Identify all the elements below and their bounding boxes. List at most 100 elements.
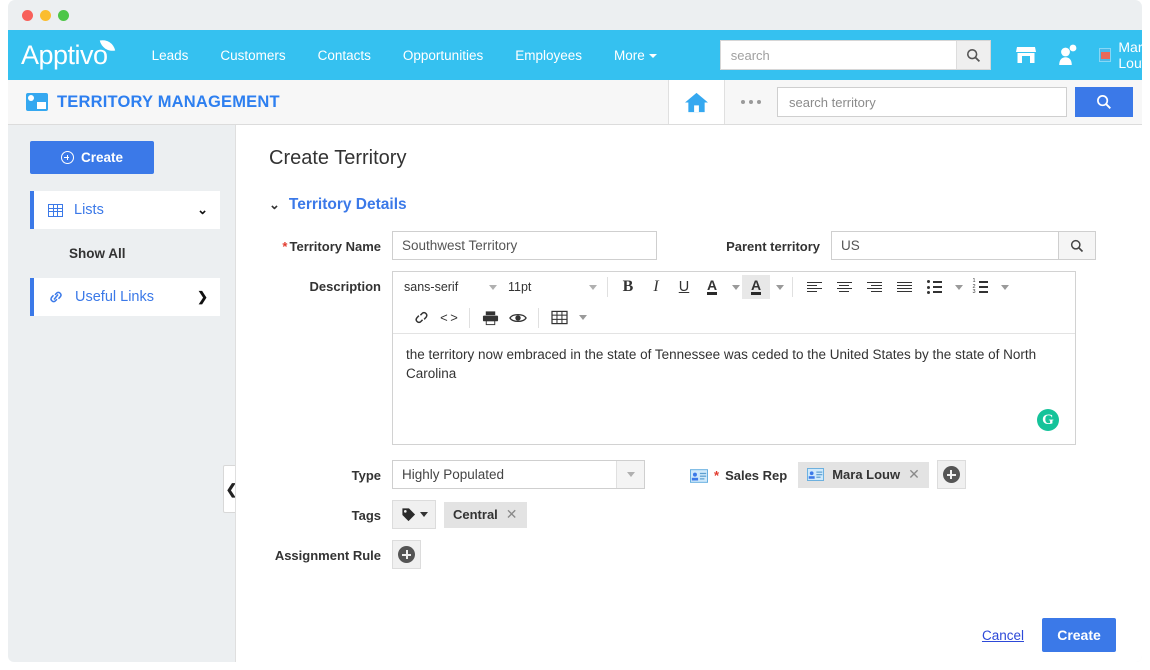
tags-control: Central ✕ [392, 500, 527, 529]
window-titlebar [8, 0, 1142, 30]
remove-tag-icon[interactable]: ✕ [506, 506, 518, 523]
print-button[interactable] [476, 306, 504, 330]
text-color-dropdown[interactable] [726, 275, 742, 299]
sidebar-item-label: Lists [74, 202, 104, 218]
toolbar-divider [538, 308, 539, 328]
bold-icon: B [623, 278, 634, 296]
sales-rep-label-text: Sales Rep [725, 468, 787, 483]
bold-button[interactable]: B [614, 275, 642, 299]
highlight-color-button[interactable]: A [742, 275, 770, 299]
bulleted-list-button[interactable] [919, 275, 949, 299]
font-size-select[interactable]: 11pt [501, 275, 601, 299]
nav-label: Employees [515, 48, 582, 63]
form-row-tags: Tags Central ✕ [236, 500, 1142, 529]
font-family-select[interactable]: sans-serif [397, 275, 501, 299]
numbered-list-button[interactable]: 1 2 3 [965, 275, 995, 299]
form-row-description: Description sans-serif [236, 271, 1142, 445]
apptivo-logo[interactable]: Apptivo [21, 40, 108, 71]
toolbar-divider [607, 277, 608, 297]
sales-rep-label: * Sales Rep [690, 460, 787, 483]
nav-label: Customers [220, 48, 285, 63]
align-center-button[interactable] [829, 275, 859, 299]
align-justify-button[interactable] [889, 275, 919, 299]
module-more-button[interactable] [725, 100, 777, 104]
sales-rep-control: Mara Louw ✕ [798, 460, 966, 489]
logo-text: Apptivo [21, 40, 108, 70]
font-family-value: sans-serif [404, 280, 458, 294]
numbered-list-dropdown[interactable] [995, 275, 1011, 299]
editor-toolbar-row-2: < > [393, 302, 1075, 333]
plus-circle-icon [61, 151, 74, 164]
global-search-input[interactable] [721, 41, 956, 69]
highlight-color-dropdown[interactable] [770, 275, 786, 299]
link-icon [48, 290, 64, 304]
add-assignment-rule-button[interactable] [392, 540, 421, 569]
remove-sales-rep-icon[interactable]: ✕ [908, 466, 920, 483]
section-header-territory-details[interactable]: ⌄ Territory Details [269, 196, 1142, 214]
tag-chip[interactable]: Central ✕ [444, 502, 527, 528]
align-left-button[interactable] [799, 275, 829, 299]
chevron-down-icon [649, 54, 657, 58]
window-maximize-button[interactable] [58, 10, 69, 21]
align-right-button[interactable] [859, 275, 889, 299]
create-submit-button[interactable]: Create [1042, 618, 1116, 652]
insert-table-button[interactable] [545, 306, 573, 330]
territory-search-input[interactable] [777, 87, 1067, 117]
nav-label: Leads [152, 48, 189, 63]
territory-name-label: *Territory Name [236, 231, 381, 254]
italic-icon: I [653, 278, 658, 296]
window-minimize-button[interactable] [40, 10, 51, 21]
sidebar-show-all[interactable]: Show All [69, 246, 220, 261]
window-close-button[interactable] [22, 10, 33, 21]
search-icon [1096, 94, 1112, 110]
type-select[interactable]: Highly Populated [392, 460, 645, 489]
preview-button[interactable] [504, 306, 532, 330]
text-color-button[interactable]: A [698, 275, 726, 299]
chevron-down-icon [776, 285, 784, 290]
type-control: Highly Populated [392, 460, 645, 489]
sidebar-item-label: Useful Links [75, 289, 154, 305]
nav-item-opportunities[interactable]: Opportunities [387, 48, 499, 63]
underline-button[interactable]: U [670, 275, 698, 299]
sidebar-item-useful-links[interactable]: Useful Links ❯ [30, 278, 220, 316]
territory-name-input[interactable] [392, 231, 657, 260]
top-navigation-bar: Apptivo Leads Customers Contacts Opportu… [8, 30, 1142, 80]
nav-item-leads[interactable]: Leads [136, 48, 205, 63]
sidebar-create-button[interactable]: Create [30, 141, 154, 174]
home-button[interactable] [668, 80, 725, 124]
home-icon [684, 91, 709, 114]
nav-item-customers[interactable]: Customers [204, 48, 301, 63]
parent-territory-lookup-button[interactable] [1058, 231, 1096, 260]
nav-item-employees[interactable]: Employees [499, 48, 598, 63]
insert-link-button[interactable] [407, 306, 435, 330]
territory-search-button[interactable] [1075, 87, 1133, 117]
parent-territory-input[interactable] [831, 231, 1058, 260]
add-sales-rep-button[interactable] [937, 460, 966, 489]
grammarly-icon[interactable]: G [1037, 409, 1059, 431]
insert-table-dropdown[interactable] [573, 306, 589, 330]
user-menu[interactable]: Mara Louw [1099, 39, 1150, 71]
global-search-button[interactable] [956, 41, 990, 69]
section-title: Territory Details [289, 196, 407, 214]
bulleted-list-dropdown[interactable] [949, 275, 965, 299]
marketplace-button[interactable] [1015, 45, 1037, 65]
module-title: TERRITORY MANAGEMENT [57, 93, 280, 112]
grid-icon [48, 204, 63, 217]
source-code-button[interactable]: < > [435, 306, 463, 330]
sales-rep-chip[interactable]: Mara Louw ✕ [798, 462, 929, 488]
italic-button[interactable]: I [642, 275, 670, 299]
nav-item-more[interactable]: More [598, 48, 673, 63]
toolbar-divider [469, 308, 470, 328]
form-footer: Cancel Create [236, 608, 1142, 662]
form-row-type: Type Highly Populated [236, 460, 1142, 489]
editor-content-area[interactable]: the territory now embraced in the state … [393, 334, 1075, 444]
form-row-assignment-rule: Assignment Rule [236, 540, 1142, 569]
notifications-button[interactable] [1057, 44, 1077, 66]
tag-picker-button[interactable] [392, 500, 436, 529]
global-search [720, 40, 991, 70]
sidebar-item-lists[interactable]: Lists ⌄ [30, 191, 220, 229]
cancel-button[interactable]: Cancel [982, 628, 1024, 643]
chevron-right-icon: ❯ [197, 289, 208, 305]
territory-search [777, 87, 1133, 117]
nav-item-contacts[interactable]: Contacts [302, 48, 387, 63]
